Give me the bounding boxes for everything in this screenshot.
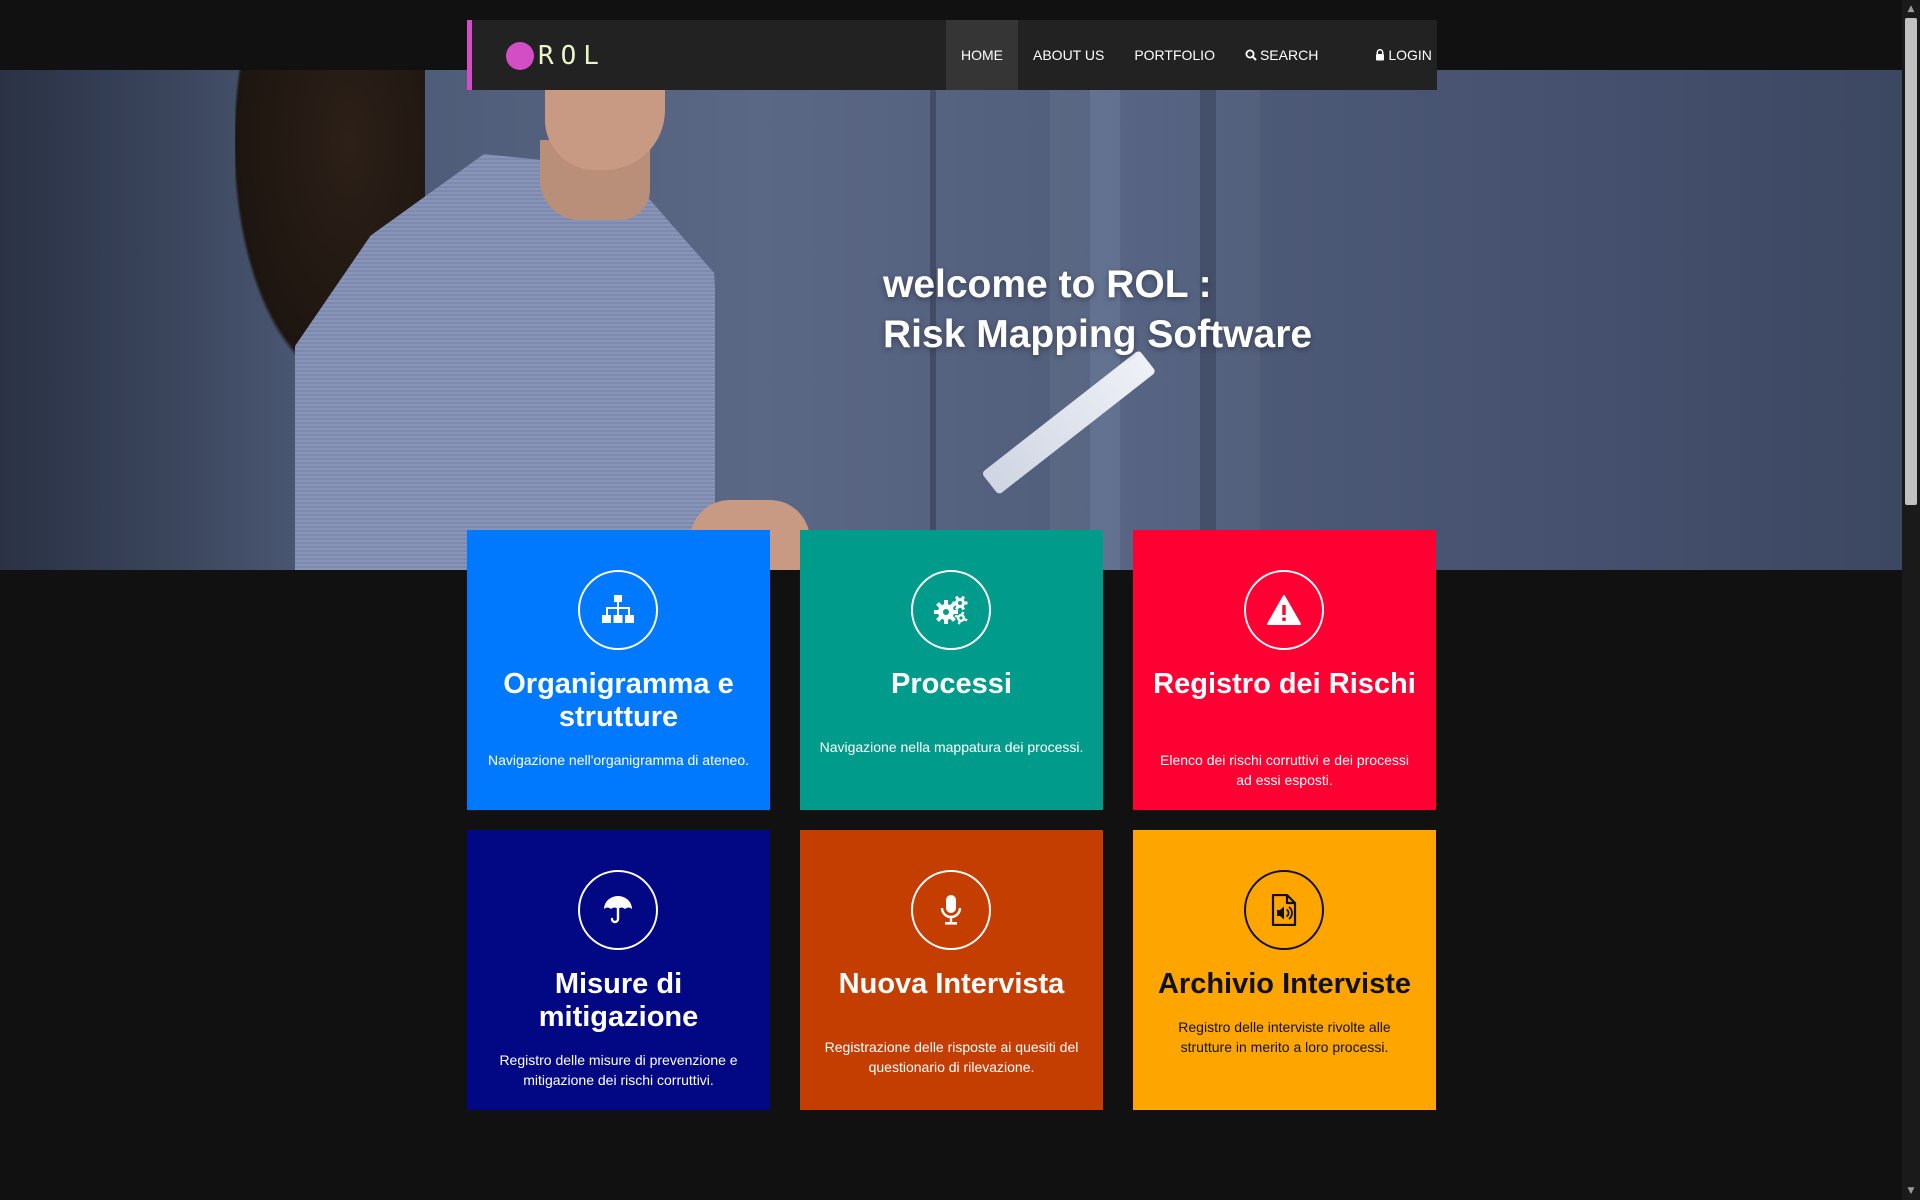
nav-label: LOGIN	[1388, 47, 1432, 63]
logo-dot-icon	[506, 42, 534, 70]
search-icon	[1245, 21, 1257, 91]
nav-menu: HOME ABOUT US PORTFOLIO SEARCH LOGIN	[946, 20, 1447, 90]
nav-item-home[interactable]: HOME	[946, 20, 1018, 90]
gears-icon	[911, 570, 991, 650]
card-misure-mitigazione[interactable]: Misure di mitigazione Registro delle mis…	[467, 830, 770, 1110]
card-description: Elenco dei rischi corruttivi e dei proce…	[1160, 752, 1409, 788]
scroll-down-arrow-icon[interactable]: ▼	[1906, 1186, 1916, 1196]
scroll-up-arrow-icon[interactable]: ▲	[1906, 4, 1916, 14]
card-description: Navigazione nell'organigramma di ateneo.	[487, 752, 750, 768]
nav-label: ABOUT US	[1033, 47, 1105, 63]
warning-icon	[1244, 570, 1324, 650]
logo-text: ROL	[538, 41, 606, 71]
page-scrollbar[interactable]: ▲ ▼	[1902, 0, 1920, 1200]
microphone-icon	[911, 870, 991, 950]
card-title: Archivio Interviste	[1157, 968, 1412, 1000]
card-organigramma[interactable]: Organigramma e strutture Navigazione nel…	[467, 530, 770, 810]
card-description: Registrazione delle risposte ai quesiti …	[824, 1039, 1079, 1075]
nav-label: HOME	[961, 47, 1003, 63]
hero-title-line2: Risk Mapping Software	[883, 313, 1313, 356]
card-registro-rischi[interactable]: Registro dei Rischi Elenco dei rischi co…	[1133, 530, 1436, 810]
scrollbar-thumb[interactable]	[1905, 18, 1917, 505]
hero-title: welcome to ROL : Risk Mapping Software	[883, 260, 1312, 360]
nav-item-search[interactable]: SEARCH	[1230, 20, 1333, 90]
lock-icon	[1375, 21, 1385, 91]
card-title: Processi	[891, 668, 1012, 700]
audio-file-icon	[1244, 870, 1324, 950]
sitemap-icon	[578, 570, 658, 650]
card-nuova-intervista[interactable]: Nuova Intervista Registrazione delle ris…	[800, 830, 1103, 1110]
card-title: Registro dei Rischi	[1153, 668, 1416, 700]
nav-label: PORTFOLIO	[1134, 47, 1215, 63]
umbrella-icon	[578, 870, 658, 950]
hero-title-line1: welcome to ROL :	[883, 263, 1212, 306]
page: welcome to ROL : Risk Mapping Software R…	[0, 0, 1920, 1200]
nav-label: SEARCH	[1259, 47, 1319, 63]
nav-item-about-us[interactable]: ABOUT US	[1018, 20, 1119, 90]
brand-logo[interactable]: ROL	[506, 42, 606, 70]
hero-banner: welcome to ROL : Risk Mapping Software	[0, 70, 1902, 570]
card-processi[interactable]: Processi Navigazione nella mappatura dei…	[800, 530, 1103, 810]
card-description: Registro delle misure di prevenzione e m…	[499, 1052, 738, 1088]
card-description: Navigazione nella mappatura dei processi…	[819, 739, 1084, 755]
nav-item-login[interactable]: LOGIN	[1360, 20, 1447, 90]
navbar: ROL HOME ABOUT US PORTFOLIO SEARCH LOGIN	[467, 20, 1437, 90]
card-archivio-interviste[interactable]: Archivio Interviste Registro delle inter…	[1133, 830, 1436, 1110]
card-title: Nuova Intervista	[838, 968, 1065, 1000]
card-title: Organigramma e strutture	[503, 668, 734, 733]
nav-item-portfolio[interactable]: PORTFOLIO	[1119, 20, 1230, 90]
card-title: Misure di mitigazione	[538, 968, 699, 1033]
card-description: Registro delle interviste rivolte alle s…	[1178, 1019, 1391, 1055]
